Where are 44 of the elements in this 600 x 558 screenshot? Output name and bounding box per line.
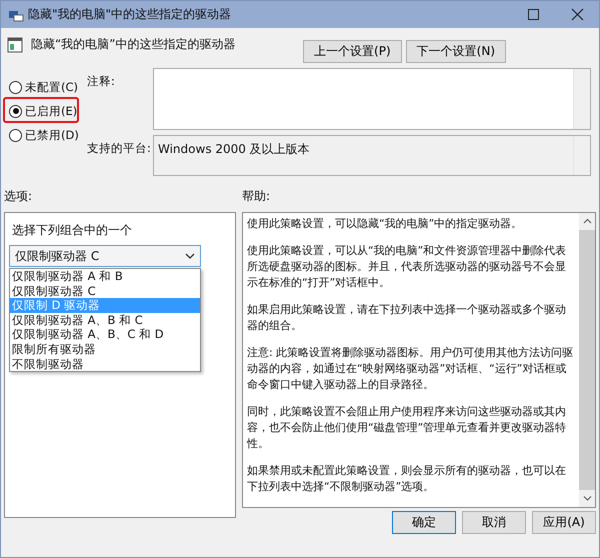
dropdown-item[interactable]: 限制所有驱动器	[10, 342, 200, 357]
radio-label: 已禁用(D)	[25, 128, 79, 142]
dialog-button[interactable]: 取消	[462, 511, 526, 534]
radio-label: 已启用(E)	[25, 104, 78, 118]
radio-button[interactable]	[9, 128, 22, 142]
dropdown-item[interactable]: 不限制驱动器	[10, 356, 200, 372]
maximize-icon	[526, 8, 540, 21]
radio-label: 未配置(C)	[25, 80, 78, 94]
setting-title: 隐藏“我的电脑”中的这些指定的驱动器	[31, 36, 236, 53]
nav-button[interactable]: 下一个设置(N)	[406, 40, 506, 63]
nav-button[interactable]: 上一个设置(P)	[303, 40, 402, 63]
caret-icon	[185, 252, 195, 260]
help-label: 帮助:	[242, 188, 272, 205]
scroll-up-icon	[582, 218, 592, 225]
comment-field[interactable]	[153, 68, 591, 130]
help-paragraph: 使用此策略设置，可以从“我的电脑”和文件资源管理器中删除代表所选硬盘驱动器的图标。并且，代表所选驱动器的驱动器号不会显示在标准的“打开”对话框中。	[247, 243, 568, 291]
help-paragraph: 使用此策略设置，可以隐藏“我的电脑”中的指定驱动器。	[247, 216, 524, 232]
radio-button[interactable]	[9, 80, 22, 94]
radio-option[interactable]: 已启用(E)	[5, 100, 87, 122]
close-icon	[570, 8, 584, 21]
dialog-button[interactable]: 应用(A)	[532, 511, 596, 534]
setting-icon	[7, 37, 23, 53]
drive-dropdown[interactable]: 仅限制驱动器 C	[9, 245, 201, 267]
window-title: 隐藏"我的电脑"中的这些指定的驱动器	[28, 6, 232, 23]
options-label: 选项:	[4, 188, 34, 205]
help-paragraph: 注意: 此策略设置将删除驱动器图标。用户仍可使用其他方法访问驱动器的内容，如通过在“映射网络驱动器”对话框、“运行”对话框或命令窗口中键入驱动器上的目录路径。	[247, 345, 574, 393]
dropdown-item[interactable]: 仅限制驱动器 A 和 B	[10, 269, 200, 284]
help-paragraph: 如果启用此策略设置，请在下拉列表中选择一个驱动器或多个驱动器的组合。	[247, 302, 567, 334]
platform-text: Windows 2000 及以上版本	[157, 141, 311, 158]
comment-label: 注释:	[87, 73, 116, 90]
dropdown-value: 仅限制驱动器 C	[15, 248, 100, 264]
options-prompt: 选择下列组合中的一个	[12, 222, 133, 239]
dropdown-item[interactable]: 仅限制驱动器 A、B 和 C	[10, 312, 200, 328]
scroll-down-icon	[582, 495, 592, 502]
help-paragraph: 如果禁用或未配置此策略设置，则会显示所有的驱动器，也可以在下拉列表中选择“不限制驱动器”选项。	[247, 463, 567, 495]
radio-option[interactable]: 未配置(C)	[5, 76, 87, 98]
dropdown-item[interactable]: 仅限制驱动器 C	[10, 284, 200, 298]
radio-button[interactable]	[9, 104, 22, 118]
radio-option[interactable]: 已禁用(D)	[5, 124, 87, 146]
dropdown-item[interactable]: 仅限制驱动器 A、B、C 和 D	[10, 327, 200, 342]
help-paragraph: 同时，此策略设置不会阻止用户使用程序来访问这些驱动器或其内容，也不会防止他们使用“磁盘管理”管理单元查看并更改驱动器特性。	[247, 404, 568, 452]
platform-label: 支持的平台:	[87, 140, 152, 157]
dialog-button[interactable]: 确定	[392, 511, 456, 534]
scrollbar[interactable]	[573, 69, 590, 129]
